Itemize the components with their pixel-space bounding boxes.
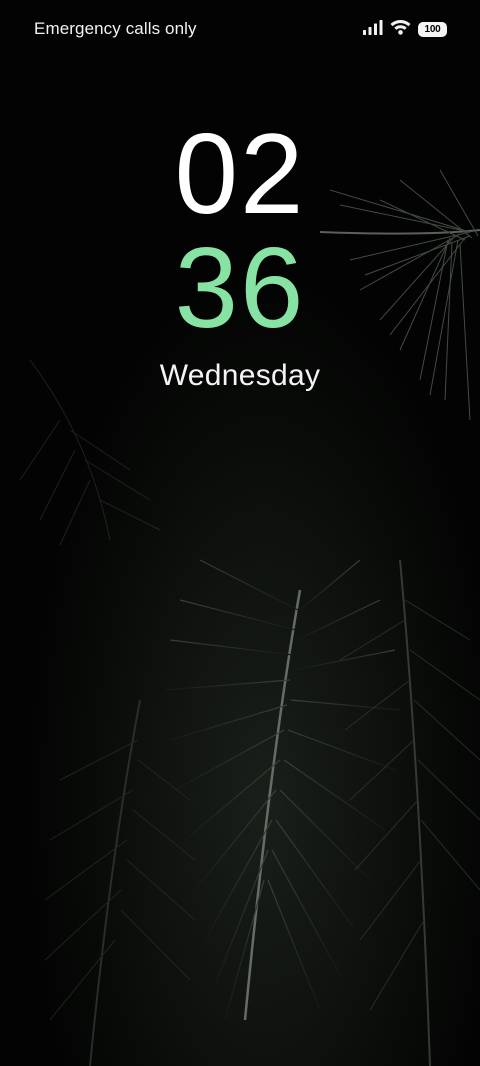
carrier-status-text: Emergency calls only <box>34 19 197 38</box>
cellular-signal-icon <box>363 19 383 40</box>
clock-minutes: 36 <box>174 225 306 352</box>
status-bar: Emergency calls only 100 <box>0 0 480 58</box>
battery-icon: 100 <box>418 21 447 37</box>
clock-hours: 02 <box>174 111 306 238</box>
lock-screen: Emergency calls only 100 02 36 Wednesday <box>0 0 480 1066</box>
battery-level-text: 100 <box>424 23 441 35</box>
status-icons: 100 <box>363 19 447 39</box>
clock-day: Wednesday <box>159 359 321 392</box>
wifi-icon <box>390 19 411 40</box>
lock-screen-clock: 02 36 Wednesday <box>0 118 480 394</box>
